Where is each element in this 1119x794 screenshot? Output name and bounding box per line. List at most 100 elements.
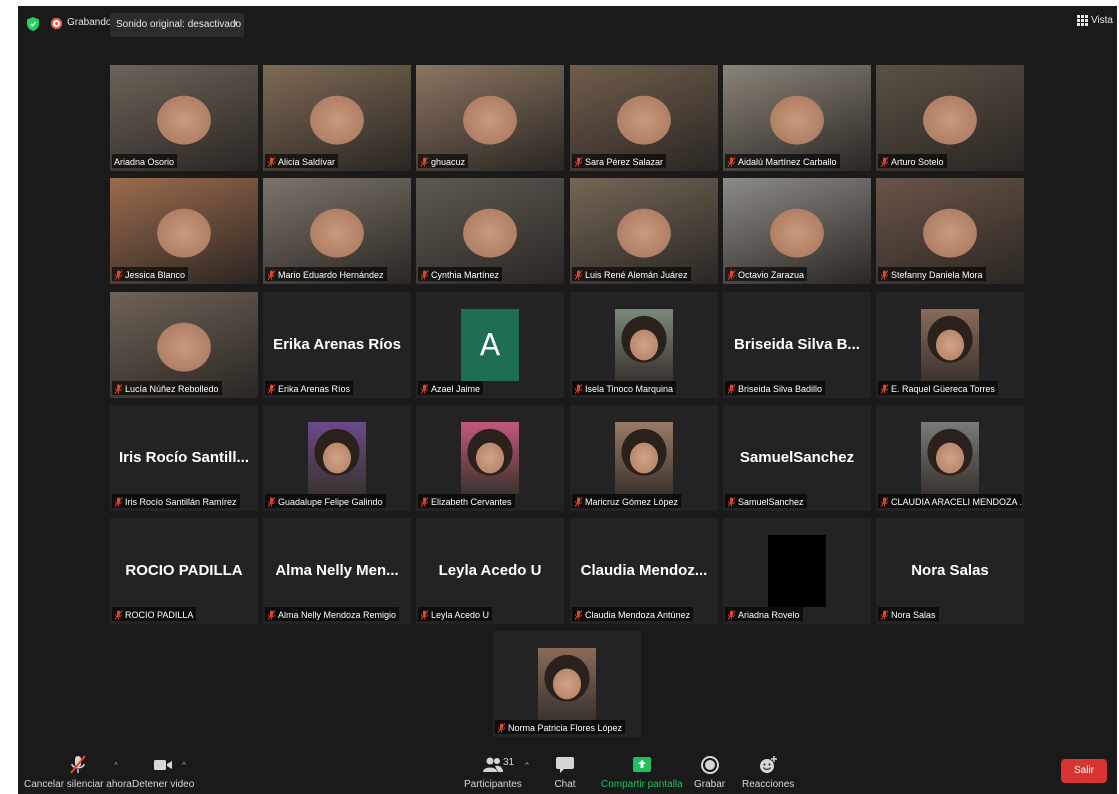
- participant-tile[interactable]: ROCIO PADILLA ROCIO PADILLA: [110, 518, 258, 624]
- participant-name: Maricruz Gómez López: [585, 496, 679, 507]
- participant-name: Ariadna Rovelo: [738, 609, 800, 620]
- participant-tile[interactable]: Erika Arenas Ríos Erika Arenas Ríos: [263, 292, 411, 398]
- participant-tile[interactable]: Leyla Acedo U Leyla Acedo U: [416, 518, 564, 624]
- participant-name: Guadalupe Felipe Galindo: [278, 496, 383, 507]
- security-shield-icon[interactable]: [27, 17, 39, 31]
- recording-label: Grabando: [67, 17, 112, 28]
- participant-display-name: Iris Rocío Santill...: [118, 449, 250, 466]
- participant-tile[interactable]: Ariadna Rovelo: [723, 518, 871, 624]
- participant-display-name: Briseida Silva B...: [734, 336, 860, 353]
- grid-view-icon: [1076, 15, 1088, 26]
- mute-label: Cancelar silenciar ahora: [24, 779, 132, 790]
- top-bar: Grabando Sonido original: desactivado ▼ …: [18, 6, 1117, 42]
- record-button[interactable]: Grabar: [694, 755, 725, 790]
- participant-name: Azael Jaime: [431, 383, 481, 394]
- participant-name: Leyla Acedo U: [431, 609, 490, 620]
- participant-tile[interactable]: Luis René Alemán Juárez: [570, 178, 718, 284]
- stop-video-label: Detener video: [132, 779, 195, 790]
- participant-tile[interactable]: Elizabeth Cervantes: [416, 405, 564, 511]
- participant-tile[interactable]: Aidalú Martínez Carballo: [723, 65, 871, 171]
- participant-name: Cynthia Martínez: [431, 269, 500, 280]
- participant-nameplate: Mario Eduardo Hernández: [265, 267, 387, 281]
- participant-tile[interactable]: Alma Nelly Men... Alma Nelly Mendoza Remi…: [263, 518, 411, 624]
- participant-tile[interactable]: Arturo Sotelo: [876, 65, 1024, 171]
- participant-name: Iris Rocío Santillán Ramírez: [125, 496, 237, 507]
- participant-nameplate: Arturo Sotelo: [878, 154, 947, 168]
- microphone-muted-icon: [574, 609, 583, 620]
- participant-name: CLAUDIA ARACELI MENDOZA ...: [891, 496, 1022, 507]
- participant-tile[interactable]: Mario Eduardo Hernández: [263, 178, 411, 284]
- participant-tile[interactable]: Guadalupe Felipe Galindo: [263, 405, 411, 511]
- original-sound-dropdown[interactable]: Sonido original: desactivado ▼: [110, 13, 244, 37]
- profile-picture: [921, 422, 979, 494]
- microphone-muted-icon: [727, 156, 736, 167]
- participant-tile[interactable]: Sara Pérez Salazar: [570, 65, 718, 171]
- participant-tile[interactable]: Octavio Zarazua: [723, 178, 871, 284]
- participant-tile[interactable]: Maricruz Gómez López: [570, 405, 718, 511]
- participant-nameplate: SamuelSanchez: [725, 494, 807, 508]
- microphone-muted-icon: [70, 755, 86, 774]
- participant-display-name: ROCIO PADILLA: [125, 562, 243, 579]
- participant-tile[interactable]: Jessica Blanco: [110, 178, 258, 284]
- participant-display-name: Nora Salas: [911, 562, 989, 579]
- participant-tile[interactable]: Cynthia Martínez: [416, 178, 564, 284]
- participant-tile[interactable]: Ariadna Osorio: [110, 65, 258, 171]
- participant-name: Sara Pérez Salazar: [585, 156, 664, 167]
- participant-tile[interactable]: SamuelSanchez SamuelSanchez: [723, 405, 871, 511]
- participant-name: Aidalú Martínez Carballo: [738, 156, 837, 167]
- participant-name: Arturo Sotelo: [891, 156, 944, 167]
- participant-name: Stefanny Daniela Mora: [891, 269, 983, 280]
- microphone-muted-icon: [267, 609, 276, 620]
- participant-tile[interactable]: CLAUDIA ARACELI MENDOZA ...: [876, 405, 1024, 511]
- share-screen-label: Compartir pantalla: [601, 779, 683, 790]
- chat-label: Chat: [554, 779, 576, 790]
- participant-tile[interactable]: Alicia Saldívar: [263, 65, 411, 171]
- view-button[interactable]: Vista: [1076, 15, 1113, 26]
- participant-tile[interactable]: Claudia Mendoz... Claudia Mendoza Antúnez: [570, 518, 718, 624]
- microphone-muted-icon: [267, 383, 276, 394]
- participant-name: Erika Arenas Ríos: [278, 383, 351, 394]
- video-options-caret[interactable]: ^: [182, 761, 186, 770]
- profile-picture: [615, 422, 673, 494]
- record-icon: [700, 756, 719, 774]
- participant-count: 31: [503, 757, 515, 768]
- participant-name: Alma Nelly Mendoza Remigio: [278, 609, 397, 620]
- participant-nameplate: Elizabeth Cervantes: [418, 494, 515, 508]
- leave-button[interactable]: Salir: [1061, 759, 1107, 783]
- participant-tile[interactable]: Norma Patricia Flores López: [493, 631, 641, 737]
- share-screen-button[interactable]: Compartir pantalla: [601, 755, 683, 790]
- participant-name: Mario Eduardo Hernández: [278, 269, 384, 280]
- participant-tile[interactable]: Lucía Núñez Rebolledo: [110, 292, 258, 398]
- microphone-muted-icon: [267, 269, 276, 280]
- participant-nameplate: CLAUDIA ARACELI MENDOZA ...: [878, 494, 1022, 508]
- participant-nameplate: Alma Nelly Mendoza Remigio: [265, 607, 400, 621]
- microphone-muted-icon: [880, 496, 889, 507]
- participant-nameplate: Jessica Blanco: [112, 267, 189, 281]
- participant-name: ROCIO PADILLA: [125, 609, 194, 620]
- participant-nameplate: Aidalú Martínez Carballo: [725, 154, 840, 168]
- participant-nameplate: Ariadna Osorio: [112, 154, 178, 168]
- microphone-muted-icon: [574, 383, 583, 394]
- participants-options-caret[interactable]: ^: [525, 761, 529, 770]
- chat-icon: [556, 757, 574, 773]
- participant-nameplate: Lucía Núñez Rebolledo: [112, 381, 222, 395]
- microphone-muted-icon: [880, 269, 889, 280]
- recording-icon: [51, 18, 62, 29]
- participants-icon: [482, 757, 503, 772]
- participant-nameplate: Nora Salas: [878, 607, 939, 621]
- chat-button[interactable]: Chat: [554, 755, 576, 790]
- microphone-muted-icon: [727, 269, 736, 280]
- reactions-button[interactable]: Reacciones: [742, 755, 794, 790]
- microphone-muted-icon: [267, 156, 276, 167]
- participant-tile[interactable]: E. Raquel Güereca Torres: [876, 292, 1024, 398]
- participant-tile[interactable]: Nora Salas Nora Salas: [876, 518, 1024, 624]
- participant-tile[interactable]: Briseida Silva B... Briseida Silva Badill…: [723, 292, 871, 398]
- participant-tile[interactable]: Stefanny Daniela Mora: [876, 178, 1024, 284]
- participant-tile[interactable]: Iris Rocío Santill... Iris Rocío Santillá…: [110, 405, 258, 511]
- participant-display-name: Erika Arenas Ríos: [273, 336, 401, 353]
- reactions-label: Reacciones: [742, 779, 795, 790]
- participant-tile[interactable]: A Azael Jaime: [416, 292, 564, 398]
- participant-tile[interactable]: Isela Tinoco Marquina: [570, 292, 718, 398]
- participant-tile[interactable]: ghuacuz: [416, 65, 564, 171]
- mute-options-caret[interactable]: ^: [114, 761, 118, 770]
